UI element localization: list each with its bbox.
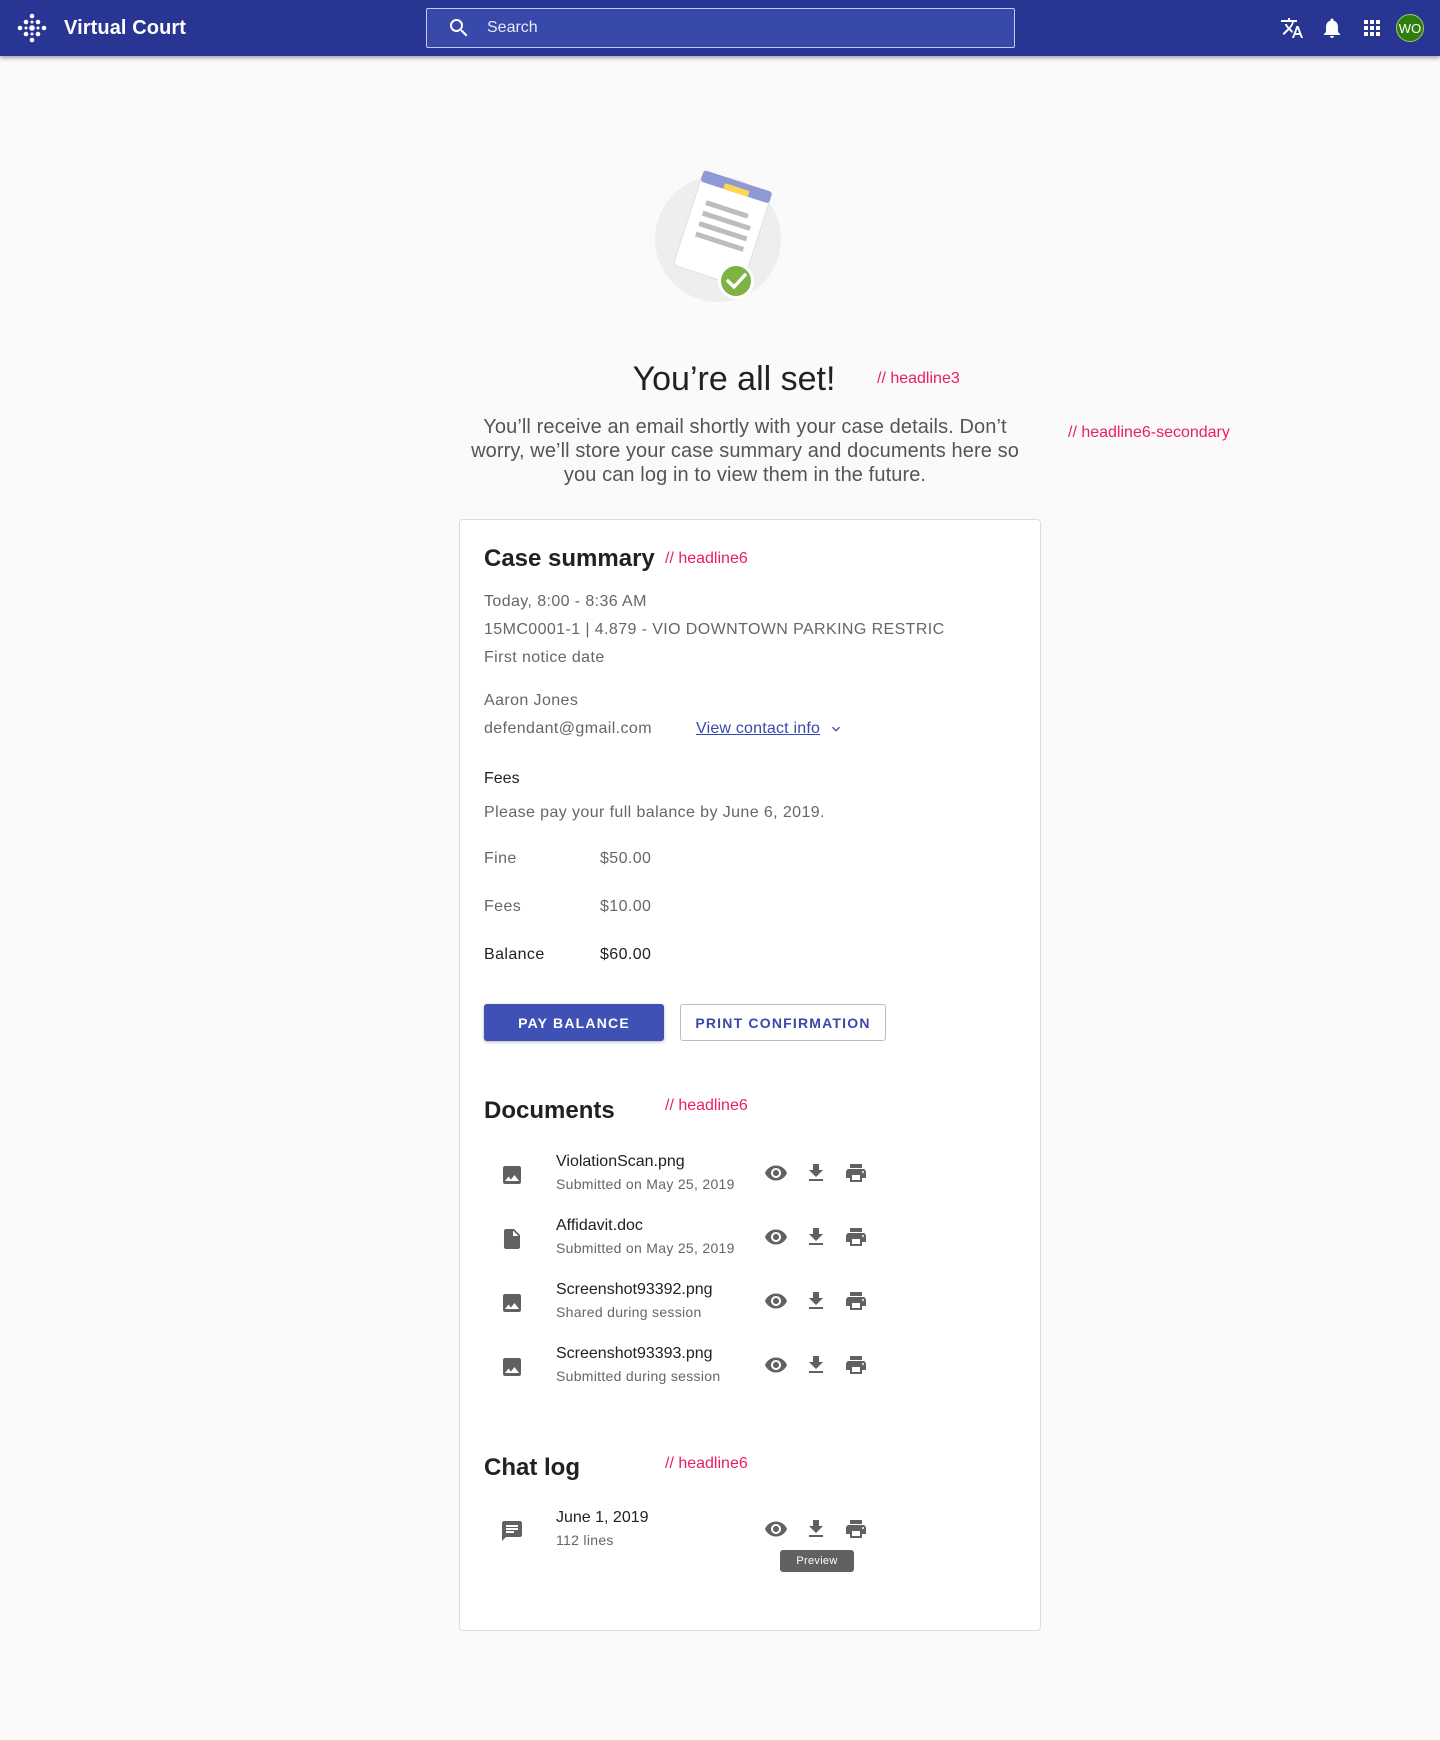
typography-note-headline6: // headline6: [665, 1097, 748, 1114]
view-contact-info-label: View contact info: [696, 720, 821, 737]
pay-balance-button[interactable]: PAY BALANCE: [484, 1004, 664, 1041]
payment-due-note: Please pay your full balance by June 6, …: [484, 804, 825, 821]
download-icon[interactable]: [804, 1517, 828, 1541]
image-icon: [503, 1166, 521, 1184]
view-contact-info-link[interactable]: View contact info: [696, 720, 844, 738]
chat-log-date: June 1, 2019: [556, 1509, 649, 1526]
app-bar-actions: WO: [1272, 0, 1440, 56]
case-summary-heading: Case summary: [484, 545, 655, 572]
fee-row-fine: Fine $50.00: [484, 850, 784, 868]
fee-amount: $60.00: [600, 946, 652, 963]
document-name: ViolationScan.png: [556, 1153, 685, 1170]
preview-eye-icon[interactable]: [764, 1517, 788, 1541]
file-icon: [504, 1229, 520, 1249]
document-date: Submitted during session: [556, 1368, 721, 1384]
app-title: Virtual Court: [64, 16, 187, 39]
print-icon[interactable]: [844, 1225, 868, 1249]
chat-icon: [502, 1521, 522, 1541]
document-row: Screenshot93392.png Shared during sessio…: [484, 1281, 1024, 1337]
page-subtitle: You’ll receive an email shortly with you…: [471, 416, 1019, 486]
brand[interactable]: Virtual Court: [16, 12, 186, 44]
fee-label: Balance: [484, 946, 545, 963]
image-icon: [503, 1358, 521, 1376]
fees-heading: Fees: [484, 770, 520, 787]
print-confirmation-button[interactable]: PRINT CONFIRMATION: [680, 1004, 886, 1041]
typography-note-headline6-secondary: // headline6-secondary: [1068, 424, 1230, 441]
download-icon[interactable]: [804, 1161, 828, 1185]
virtual-court-logo-icon: [17, 13, 47, 43]
document-row: Screenshot93393.png Submitted during ses…: [484, 1345, 1024, 1401]
fee-amount: $50.00: [600, 850, 652, 867]
document-name: Screenshot93392.png: [556, 1281, 713, 1298]
typography-note-headline6: // headline6: [665, 1455, 748, 1472]
search-icon: [450, 19, 468, 37]
defendant-name: Aaron Jones: [484, 692, 579, 709]
image-icon: [503, 1294, 521, 1312]
document-row: Affidavit.doc Submitted on May 25, 2019: [484, 1217, 1024, 1273]
app-bar: Virtual Court WO: [0, 0, 1440, 56]
hearing-time: Today, 8:00 - 8:36 AM: [484, 593, 647, 610]
preview-tooltip: Preview: [780, 1550, 854, 1572]
print-icon[interactable]: [844, 1161, 868, 1185]
fee-amount: $10.00: [600, 898, 652, 915]
print-icon[interactable]: [844, 1517, 868, 1541]
typography-note-headline3: // headline3: [877, 370, 960, 387]
preview-eye-icon[interactable]: [764, 1353, 788, 1377]
typography-note-headline6: // headline6: [665, 550, 748, 567]
apps-grid-icon: [1364, 20, 1380, 36]
confirmation-document-illustration: [655, 170, 781, 302]
download-icon[interactable]: [804, 1289, 828, 1313]
notice-date: First notice date: [484, 649, 605, 666]
chat-log-lines: 112 lines: [556, 1532, 614, 1548]
document-date: Submitted on May 25, 2019: [556, 1240, 735, 1256]
preview-eye-icon[interactable]: [764, 1225, 788, 1249]
chat-log-row: June 1, 2019 112 lines: [484, 1509, 1024, 1565]
case-number: 15MC0001-1 | 4.879 - VIO DOWNTOWN PARKIN…: [484, 621, 945, 638]
fee-row-fees: Fees $10.00: [484, 898, 784, 916]
defendant-email: defendant@gmail.com: [484, 720, 652, 737]
fee-row-balance: Balance $60.00: [484, 946, 784, 964]
preview-eye-icon[interactable]: [764, 1161, 788, 1185]
fee-label: Fine: [484, 850, 517, 867]
fee-label: Fees: [484, 898, 522, 915]
document-date: Shared during session: [556, 1304, 702, 1320]
search-bar[interactable]: [426, 8, 1015, 48]
print-icon[interactable]: [844, 1289, 868, 1313]
download-icon[interactable]: [804, 1353, 828, 1377]
user-avatar[interactable]: WO: [1396, 14, 1424, 42]
page-title: You’re all set!: [632, 360, 836, 398]
document-row: ViolationScan.png Submitted on May 25, 2…: [484, 1153, 1024, 1209]
notifications-button[interactable]: [1312, 8, 1352, 48]
translate-icon: [1281, 18, 1303, 38]
bell-icon: [1324, 18, 1340, 38]
chat-log-heading: Chat log: [484, 1454, 580, 1481]
document-date: Submitted on May 25, 2019: [556, 1176, 735, 1192]
documents-heading: Documents: [484, 1097, 615, 1124]
print-icon[interactable]: [844, 1353, 868, 1377]
case-summary-card: Case summary // headline6 Today, 8:00 - …: [459, 519, 1041, 1631]
search-input[interactable]: [487, 19, 967, 37]
document-name: Screenshot93393.png: [556, 1345, 713, 1362]
preview-eye-icon[interactable]: [764, 1289, 788, 1313]
download-icon[interactable]: [804, 1225, 828, 1249]
apps-button[interactable]: [1352, 8, 1392, 48]
document-name: Affidavit.doc: [556, 1217, 643, 1234]
chevron-down-icon: [832, 726, 841, 732]
translate-button[interactable]: [1272, 8, 1312, 48]
